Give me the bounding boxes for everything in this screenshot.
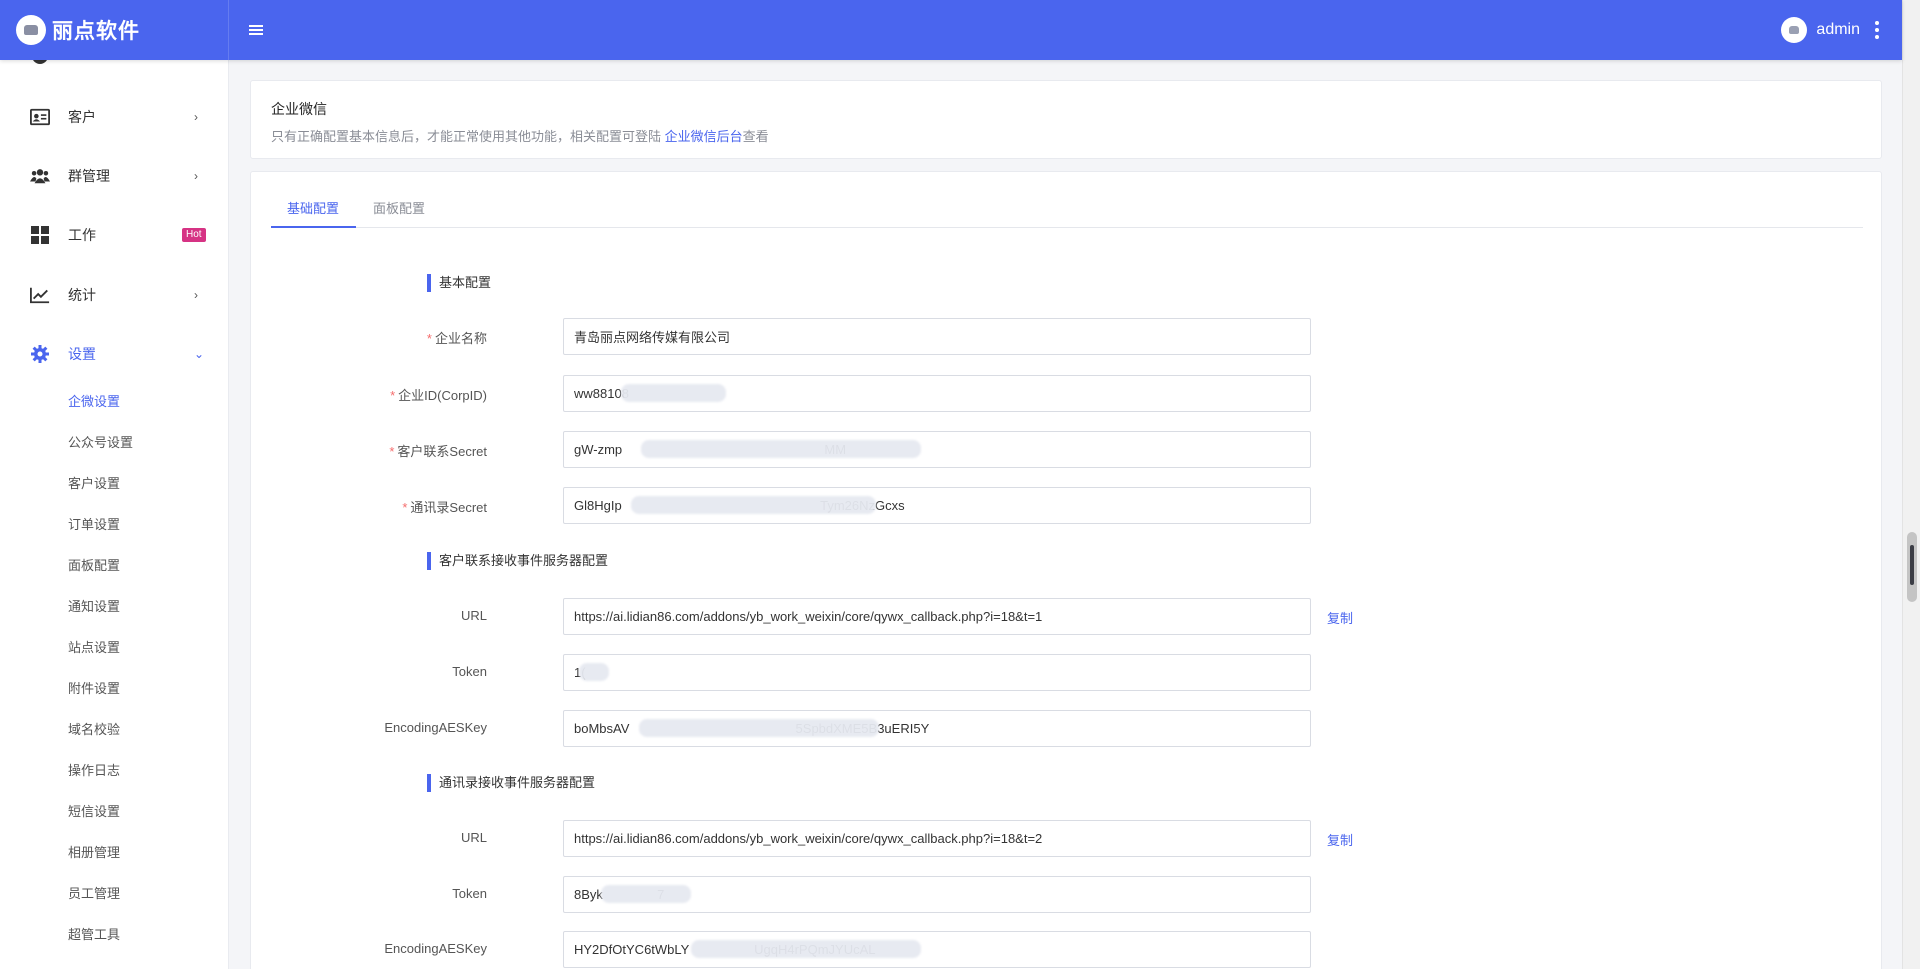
field-label: EncodingAESKey [384,941,487,956]
field-label: * 企业名称 [426,331,487,346]
avatar[interactable] [1781,17,1808,43]
redaction-blur [631,496,876,514]
top-bar: 丽点软件 admin [0,0,1902,60]
sidebar-item-label: 群管理 [68,168,110,184]
page-description: 只有正确配置基本信息后，才能正常使用其他功能，相关配置可登陆 企业微信后台查看 [271,129,769,144]
submenu-item-staff[interactable]: 员工管理 [68,883,120,902]
chevron-down-icon: ⌄ [194,347,205,361]
sidebar-item-label: 客户 [68,109,96,125]
page-title: 企业微信 [271,101,327,117]
submenu-item-sms-settings[interactable]: 短信设置 [68,801,120,820]
submenu-item-operation-log[interactable]: 操作日志 [68,760,120,779]
sidebar-item-groups[interactable]: 群管理 › [0,156,228,196]
field-label: EncodingAESKey [384,720,487,735]
address-aes-input[interactable] [563,931,1311,968]
more-vertical-icon[interactable] [1875,21,1879,39]
section-address-server: 通讯录接收事件服务器配置 [427,774,595,792]
submenu-item-notify-settings[interactable]: 通知设置 [68,596,120,615]
redaction-blur [601,885,691,903]
sidebar-item-label: 工作 [68,227,96,243]
redaction-blur [579,663,609,681]
chevron-right-icon: › [194,288,198,302]
sidebar-item-stats[interactable]: 统计 › [0,275,228,315]
field-label: Token [452,664,487,679]
field-label: * 通讯录Secret [402,500,487,515]
grid-icon [30,225,50,245]
submenu-item-wecom-settings[interactable]: 企微设置 [68,391,120,410]
sidebar: › 客户 › 群管理 › 工作 Hot 统计 › 设置 ⌄ 企微设置 [0,60,229,969]
info-card: 企业微信 只有正确配置基本信息后，才能正常使用其他功能，相关配置可登陆 企业微信… [250,80,1882,159]
submenu-item-customer-settings[interactable]: 客户设置 [68,473,120,492]
submenu-item-domain-verify[interactable]: 域名校验 [68,719,120,738]
redaction-blur [639,719,879,737]
copy-url-button[interactable]: 复制 [1327,830,1353,849]
submenu-item-admin-tools[interactable]: 超管工具 [68,924,120,943]
contact-token-input[interactable] [563,654,1311,691]
tab-basic-config[interactable]: 基础配置 [287,198,339,217]
submenu-item-album[interactable]: 相册管理 [68,842,120,861]
field-label: * 客户联系Secret [389,444,487,459]
redaction-blur [641,440,921,458]
submenu-item-order-settings[interactable]: 订单设置 [68,514,120,533]
submenu-item-site-settings[interactable]: 站点设置 [68,637,120,656]
copy-url-button[interactable]: 复制 [1327,608,1353,627]
brand-name: 丽点软件 [52,20,140,43]
config-card: 基础配置 面板配置 基本配置 *企业名称 *企业ID(CorpID) *客户联系… [250,171,1882,969]
hot-badge: Hot [182,228,206,242]
contact-url-input[interactable] [563,598,1311,635]
scrollbar[interactable] [1902,0,1920,969]
sidebar-item-settings[interactable]: 设置 ⌄ [0,334,228,374]
field-label: Token [452,886,487,901]
corp-name-input[interactable] [563,318,1311,355]
field-label: * 企业ID(CorpID) [390,388,487,403]
submenu-item-attachment-settings[interactable]: 附件设置 [68,678,120,697]
sidebar-item-partial[interactable]: › [0,60,228,76]
section-basic: 基本配置 [427,274,491,292]
tab-panel-config[interactable]: 面板配置 [373,198,425,217]
hamburger-icon[interactable] [249,24,263,36]
submenu-item-panel-config[interactable]: 面板配置 [68,555,120,574]
brand-logo [16,15,46,45]
users-icon [30,166,50,186]
field-label: URL [460,830,487,845]
sidebar-item-label: 设置 [68,346,96,362]
field-label: URL [460,608,487,623]
redaction-blur [691,940,921,958]
submenu-item-official-account[interactable]: 公众号设置 [68,432,133,451]
trend-chart-icon [30,285,50,305]
user-name[interactable]: admin [1816,21,1860,39]
sidebar-item-customer[interactable]: 客户 › [0,97,228,137]
contact-card-icon [30,107,50,127]
redaction-blur [621,384,726,402]
wecom-admin-link[interactable]: 企业微信后台 [665,129,743,144]
address-url-input[interactable] [563,820,1311,857]
active-tab-indicator [271,226,356,228]
chevron-right-icon: › [194,169,198,183]
scroll-indicator [1910,545,1914,585]
section-contact-server: 客户联系接收事件服务器配置 [427,552,608,570]
chevron-right-icon: › [194,110,198,124]
brand[interactable]: 丽点软件 [0,0,229,60]
tab-bar: 基础配置 面板配置 [271,172,1863,228]
sidebar-item-work[interactable]: 工作 Hot [0,215,228,255]
gear-icon [30,344,50,364]
user-menu[interactable]: admin [1781,0,1879,60]
sidebar-item-label: 统计 [68,287,96,303]
circle-icon [30,60,50,66]
